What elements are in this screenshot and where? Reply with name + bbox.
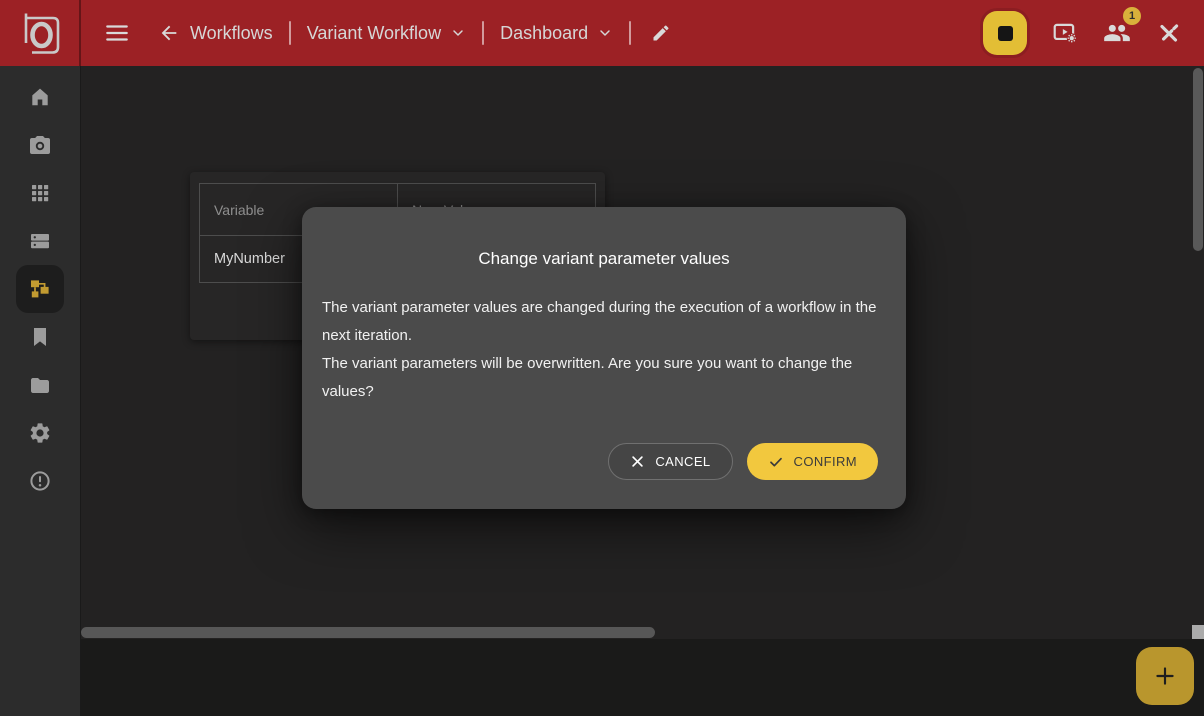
- logo-o-icon: [17, 10, 63, 56]
- sidebar-item-camera[interactable]: [16, 121, 64, 169]
- breadcrumb-variant-workflow-label: Variant Workflow: [307, 23, 441, 44]
- menu-button[interactable]: [104, 20, 130, 46]
- settings-gear-icon: [28, 421, 52, 445]
- sidebar-item-workflows[interactable]: [16, 265, 64, 313]
- vertical-scrollbar[interactable]: [1193, 68, 1203, 251]
- sidebar-item-files[interactable]: [16, 361, 64, 409]
- breadcrumb-dashboard[interactable]: Dashboard: [500, 23, 613, 44]
- folder-icon: [28, 373, 52, 397]
- disconnect-x-icon: [1156, 20, 1182, 46]
- close-icon: [630, 454, 645, 469]
- dialog-paragraph: The variant parameter values are changed…: [322, 294, 882, 350]
- plus-icon: [1152, 663, 1178, 689]
- chevron-down-icon: [450, 25, 466, 41]
- sidebar: [0, 66, 81, 716]
- cancel-button-label: CANCEL: [655, 454, 710, 469]
- breadcrumb-divider: [629, 21, 631, 45]
- pencil-icon: [651, 23, 671, 43]
- breadcrumb-dashboard-label: Dashboard: [500, 23, 588, 44]
- breadcrumb-divider: [289, 21, 291, 45]
- back-arrow-icon: [158, 22, 180, 44]
- add-button[interactable]: [1136, 647, 1194, 705]
- horizontal-scrollbar-track: [81, 625, 1192, 639]
- dialog-actions: CANCEL CONFIRM: [608, 443, 878, 480]
- scrollbar-corner: [1192, 625, 1204, 639]
- topbar: Workflows Variant Workflow Dashboard: [0, 0, 1204, 66]
- workflow-tree-icon: [28, 277, 52, 301]
- video-settings-icon: [1052, 20, 1078, 46]
- back-button[interactable]: [158, 22, 180, 44]
- disconnect-button[interactable]: [1156, 20, 1182, 46]
- storage-icon: [28, 229, 52, 253]
- breadcrumb-workflows-label: Workflows: [190, 23, 273, 44]
- bookmark-icon: [28, 325, 52, 349]
- sidebar-item-bookmarks[interactable]: [16, 313, 64, 361]
- chevron-down-icon: [597, 25, 613, 41]
- dialog-title: Change variant parameter values: [302, 249, 906, 269]
- bottom-panel: [81, 639, 1204, 716]
- sidebar-item-home[interactable]: [16, 73, 64, 121]
- home-icon: [28, 85, 52, 109]
- confirm-button-label: CONFIRM: [794, 454, 857, 469]
- topbar-actions: 1: [983, 11, 1182, 55]
- breadcrumb-divider: [482, 21, 484, 45]
- apps-grid-icon: [28, 181, 52, 205]
- dialog-body: The variant parameter values are changed…: [322, 294, 882, 406]
- sidebar-item-storage[interactable]: [16, 217, 64, 265]
- breadcrumb-variant-workflow[interactable]: Variant Workflow: [307, 23, 466, 44]
- cancel-button[interactable]: CANCEL: [608, 443, 732, 480]
- sidebar-item-settings[interactable]: [16, 409, 64, 457]
- breadcrumb-workflows[interactable]: Workflows: [190, 23, 273, 44]
- stop-icon: [998, 26, 1013, 41]
- edit-dashboard-button[interactable]: [651, 23, 671, 43]
- confirm-dialog: Change variant parameter values The vari…: [302, 207, 906, 509]
- users-button[interactable]: 1: [1103, 19, 1131, 47]
- check-icon: [768, 454, 784, 470]
- stop-workflow-button[interactable]: [983, 11, 1027, 55]
- user-count-badge: 1: [1123, 7, 1141, 25]
- horizontal-scrollbar[interactable]: [81, 627, 655, 638]
- sidebar-item-apps[interactable]: [16, 169, 64, 217]
- sidebar-item-alerts[interactable]: [16, 457, 64, 505]
- alert-circle-icon: [28, 469, 52, 493]
- dialog-paragraph: The variant parameters will be overwritt…: [322, 350, 882, 406]
- app-logo[interactable]: [0, 0, 81, 66]
- hamburger-icon: [104, 20, 130, 46]
- app-root: Workflows Variant Workflow Dashboard: [0, 0, 1204, 716]
- camera-icon: [28, 133, 52, 157]
- confirm-button[interactable]: CONFIRM: [747, 443, 878, 480]
- run-settings-button[interactable]: [1052, 20, 1078, 46]
